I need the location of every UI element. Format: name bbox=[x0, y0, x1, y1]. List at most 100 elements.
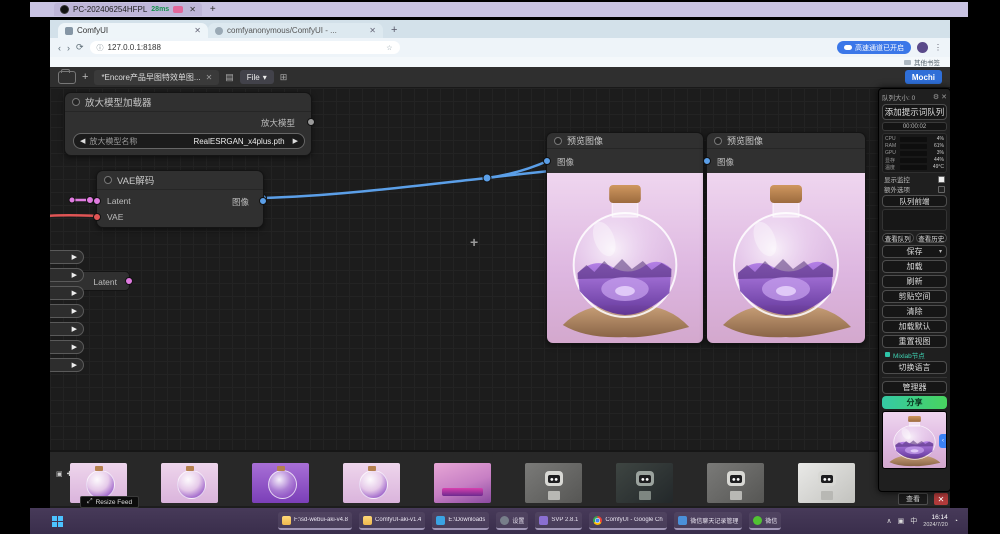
menu-action-button[interactable]: 剪贴空间 bbox=[882, 290, 947, 303]
menu-action-button[interactable]: 刷新 bbox=[882, 275, 947, 288]
feed-thumbnail[interactable] bbox=[434, 463, 491, 503]
menu-action-button[interactable]: 保存 ▾ bbox=[882, 245, 947, 258]
tab-close-icon[interactable]: ✕ bbox=[369, 26, 376, 35]
taskbar-app-button[interactable]: ComfyUI-aki-v1.4 bbox=[359, 512, 425, 530]
browser-tab-second[interactable]: comfyanonymous/ComfyUI - ... ✕ bbox=[208, 23, 383, 38]
mochi-button[interactable]: Mochi bbox=[905, 70, 942, 84]
queue-front-button[interactable]: 队列前端 bbox=[882, 195, 947, 207]
tab-close-icon[interactable]: ✕ bbox=[194, 26, 201, 35]
taskbar-app-button[interactable]: SVP 2.8.1 bbox=[535, 512, 582, 530]
latest-output-thumbnail[interactable]: ‹ bbox=[882, 411, 947, 469]
ime-language-indicator[interactable]: 中 bbox=[910, 516, 917, 526]
clock[interactable]: 16:14 2024/7/20 bbox=[923, 514, 947, 527]
new-workflow-button[interactable]: + bbox=[82, 71, 88, 83]
offscreen-widget-arrow[interactable]: ▶ bbox=[50, 322, 84, 336]
gear-icon[interactable]: ⚙ bbox=[933, 93, 939, 101]
image-output-slot[interactable] bbox=[259, 197, 267, 205]
node-preview-image-left[interactable]: 预览图像 图像 bbox=[546, 132, 704, 344]
manager-button[interactable]: 管理器 bbox=[882, 381, 947, 394]
feed-thumbnail[interactable] bbox=[252, 463, 309, 503]
workflow-tab-close-icon[interactable]: ✕ bbox=[206, 73, 213, 82]
offscreen-widget-arrow[interactable]: ▶ bbox=[50, 358, 84, 372]
node-header[interactable]: 预览图像 bbox=[707, 133, 865, 149]
menu-action-button[interactable]: 重置视图 bbox=[882, 335, 947, 348]
collapse-dot-icon[interactable] bbox=[714, 137, 722, 145]
extra-options-row[interactable]: 额外选项 bbox=[882, 185, 947, 193]
node-header[interactable]: 预览图像 bbox=[547, 133, 703, 149]
taskbar-app-button[interactable]: ComfyUI - Google Chro bbox=[589, 512, 667, 530]
feed-thumbnail[interactable] bbox=[616, 463, 673, 503]
image-input-slot[interactable] bbox=[543, 157, 551, 165]
grid-view-icon[interactable]: ▤ bbox=[225, 72, 234, 83]
feed-view-button[interactable]: 查看 bbox=[898, 493, 928, 505]
browser-new-tab-button[interactable]: + bbox=[391, 24, 397, 36]
resize-feed-button[interactable]: ⤢ Resize Feed bbox=[80, 496, 139, 508]
other-bookmarks-button[interactable]: 其他书签 bbox=[914, 57, 940, 67]
feed-thumbnail[interactable] bbox=[161, 463, 218, 503]
menu-action-button[interactable]: 加载默认 bbox=[882, 320, 947, 333]
collapse-dot-icon[interactable] bbox=[554, 137, 562, 145]
taskbar-app-button[interactable]: E:\Downloads bbox=[432, 512, 489, 530]
back-button[interactable]: ‹ bbox=[58, 43, 61, 53]
collapse-dot-icon[interactable] bbox=[72, 98, 80, 106]
file-menu-button[interactable]: File ▾ bbox=[240, 70, 274, 84]
model-name-combo-widget[interactable]: ◀ 放大模型名称 RealESRGAN_x4plus.pth ▶ bbox=[73, 133, 305, 149]
close-icon[interactable]: ✕ bbox=[941, 93, 947, 101]
offscreen-widget-arrow[interactable]: ▶ bbox=[50, 304, 84, 318]
image-input-slot[interactable] bbox=[703, 157, 711, 165]
vae-input-slot[interactable] bbox=[93, 213, 101, 221]
menu-action-button[interactable]: 加载 bbox=[882, 260, 947, 273]
show-monitor-row[interactable]: 显示监控 bbox=[882, 175, 947, 183]
site-info-icon[interactable]: ⓘ bbox=[97, 43, 104, 53]
view-history-button[interactable]: 查看历史 bbox=[916, 233, 948, 243]
feed-thumbnail[interactable] bbox=[343, 463, 400, 503]
node-vae-decode[interactable]: VAE解码 Latent VAE 图像 bbox=[96, 170, 264, 228]
remote-tab-close-button[interactable]: ✕ bbox=[189, 5, 196, 14]
browser-menu-button[interactable]: ⋮ bbox=[934, 43, 942, 52]
taskbar-app-button[interactable]: 微信 bbox=[749, 512, 781, 530]
preview-image-left[interactable] bbox=[547, 173, 703, 343]
feed-close-button[interactable]: ✕ bbox=[934, 493, 948, 505]
prev-value-icon[interactable]: ◀ bbox=[80, 137, 85, 145]
node-canvas[interactable]: Latent ▶ ▶ ▶ ▶ bbox=[50, 88, 950, 452]
profile-avatar[interactable] bbox=[917, 42, 928, 53]
node-header[interactable]: 放大模型加载器 bbox=[65, 93, 311, 112]
taskbar-app-button[interactable]: 设置 bbox=[496, 512, 528, 530]
map-view-icon[interactable]: ⊞ bbox=[280, 72, 288, 83]
latent-input-slot[interactable] bbox=[93, 197, 101, 205]
extra-options-checkbox[interactable] bbox=[938, 186, 945, 193]
browser-tab-comfyui[interactable]: ComfyUI ✕ bbox=[58, 23, 208, 38]
collapse-dot-icon[interactable] bbox=[104, 176, 112, 184]
taskbar-app-button[interactable]: 微信聊天记录管理 bbox=[674, 512, 742, 530]
node-header[interactable]: VAE解码 bbox=[97, 171, 263, 190]
offscreen-widget-arrow[interactable]: ▶ bbox=[50, 250, 84, 264]
image-feed-icon[interactable]: ▣ bbox=[56, 470, 63, 478]
address-bar[interactable]: ⓘ 127.0.0.1:8188 ☆ bbox=[90, 41, 400, 54]
extension-status-pill[interactable]: 高速通道已开启 bbox=[837, 41, 911, 54]
tray-chevron-icon[interactable]: ∧ bbox=[887, 517, 892, 525]
preview-image-right[interactable] bbox=[707, 173, 865, 343]
forward-button[interactable]: › bbox=[67, 43, 70, 53]
offscreen-widget-arrow[interactable]: ▶ bbox=[50, 340, 84, 354]
workflows-folder-icon[interactable] bbox=[58, 71, 76, 84]
feed-thumbnail[interactable] bbox=[707, 463, 764, 503]
node-upscale-model-loader[interactable]: 放大模型加载器 放大模型 ◀ 放大模型名称 RealESRGAN_x4plus.… bbox=[64, 92, 312, 156]
offscreen-widget-arrow[interactable]: ▶ bbox=[50, 268, 84, 282]
queue-prompt-button[interactable]: 添加提示词队列 bbox=[882, 104, 947, 120]
switch-language-button[interactable]: 切换语言 bbox=[882, 361, 947, 374]
network-icon[interactable]: ▣ bbox=[898, 517, 905, 525]
feed-thumbnail[interactable] bbox=[798, 463, 855, 503]
share-button[interactable]: 分享 bbox=[882, 396, 947, 409]
node-preview-image-right[interactable]: 预览图像 图像 bbox=[706, 132, 866, 344]
show-monitor-checkbox[interactable] bbox=[938, 176, 945, 183]
feed-thumbnail[interactable] bbox=[525, 463, 582, 503]
reload-button[interactable]: ⟳ bbox=[76, 42, 84, 53]
notification-icon[interactable]: ◔ bbox=[954, 518, 958, 525]
upscale-model-output-slot[interactable] bbox=[307, 118, 315, 126]
latent-output-slot[interactable] bbox=[125, 277, 133, 285]
thumbnail-side-tag[interactable]: ‹ bbox=[939, 434, 947, 448]
offscreen-widget-arrow[interactable]: ▶ bbox=[50, 286, 84, 300]
bookmark-star-icon[interactable]: ☆ bbox=[386, 44, 392, 52]
workflow-tab[interactable]: *Encore产品早图特效单图... ✕ bbox=[94, 70, 219, 85]
mixlab-nodes-toggle[interactable]: Mixlab节点 bbox=[882, 350, 947, 359]
